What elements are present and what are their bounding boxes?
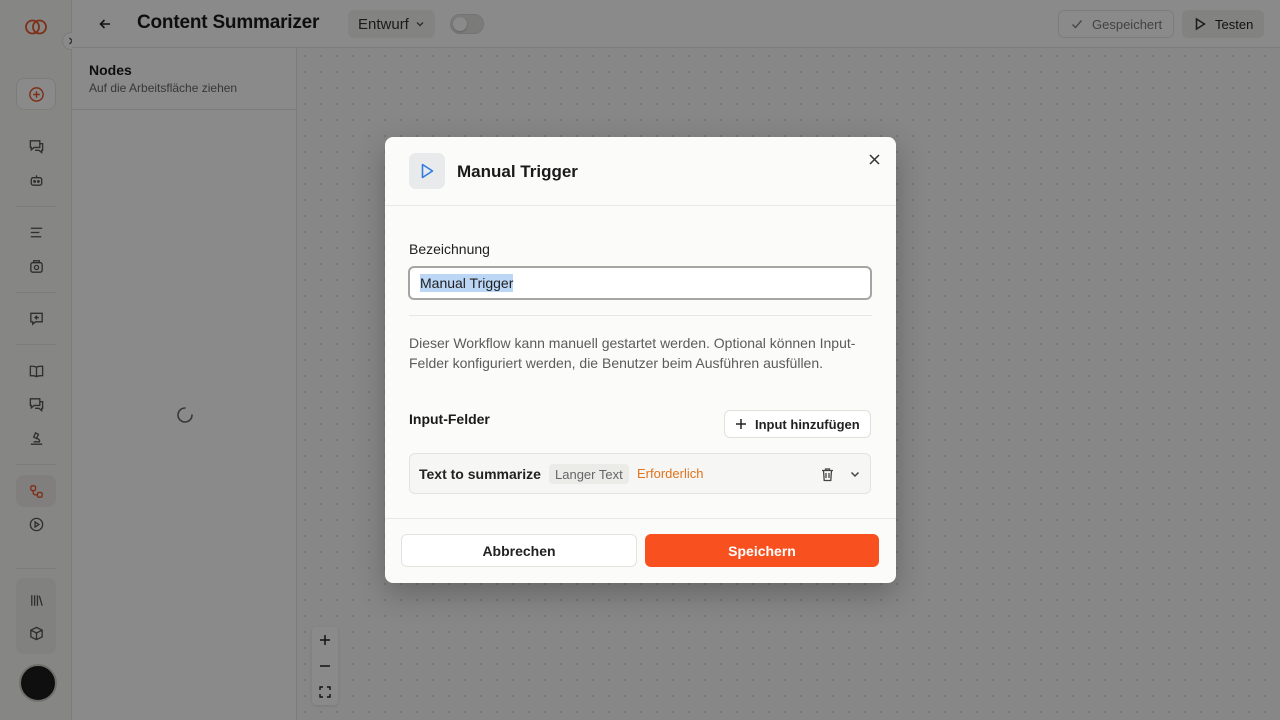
trigger-description: Dieser Workflow kann manuell gestartet w… xyxy=(409,335,856,371)
save-button[interactable]: Speichern xyxy=(645,534,879,567)
input-field-required: Erforderlich xyxy=(637,466,704,481)
add-input-button[interactable]: Input hinzufügen xyxy=(724,410,871,438)
input-field-type-badge: Langer Text xyxy=(549,464,629,484)
close-icon xyxy=(868,153,880,165)
name-label: Bezeichnung xyxy=(409,241,490,257)
dialog-title: Manual Trigger xyxy=(457,162,578,181)
delete-input-button[interactable] xyxy=(819,465,835,483)
name-input[interactable]: Manual Trigger xyxy=(408,266,872,300)
name-input-value: Manual Trigger xyxy=(420,274,514,292)
footer-divider xyxy=(385,518,896,519)
add-input-label: Input hinzufügen xyxy=(755,416,860,432)
input-field-name: Text to summarize xyxy=(419,466,541,482)
trigger-icon-box xyxy=(409,153,445,189)
trash-icon xyxy=(821,467,833,481)
expand-input-button[interactable] xyxy=(847,465,863,483)
cancel-button[interactable]: Abbrechen xyxy=(401,534,637,567)
plus-icon xyxy=(736,419,746,429)
play-icon xyxy=(421,163,434,179)
manual-trigger-dialog: Manual Trigger Bezeichnung Manual Trigge… xyxy=(385,137,896,583)
input-field-row[interactable]: Text to summarize Langer Text Erforderli… xyxy=(409,453,871,494)
input-fields-label: Input-Felder xyxy=(409,411,490,427)
close-button[interactable] xyxy=(866,151,882,167)
chevron-down-icon xyxy=(850,471,860,478)
divider xyxy=(409,315,872,316)
